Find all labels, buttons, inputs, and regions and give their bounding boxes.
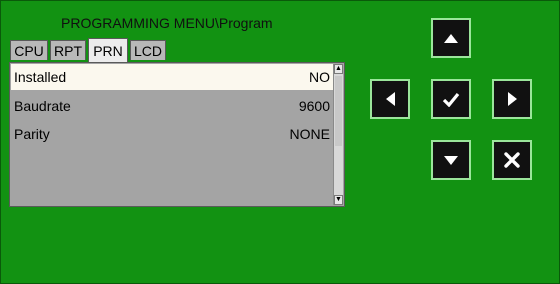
arrow-left-icon <box>385 92 395 106</box>
arrow-right-icon <box>507 92 517 106</box>
list-item-value: 9600 <box>298 98 330 114</box>
list-item-installed[interactable]: Installed NO <box>11 64 334 90</box>
scroll-down-button[interactable]: ▼ <box>334 195 343 205</box>
tab-cpu[interactable]: CPU <box>10 40 48 60</box>
page-title: PROGRAMMING MENU\Program <box>61 15 273 31</box>
left-button[interactable] <box>370 79 410 119</box>
scrollbar-thumb[interactable] <box>335 76 342 146</box>
list-item-label: Parity <box>14 126 50 142</box>
list-item-baudrate[interactable]: Baudrate 9600 <box>11 93 334 119</box>
checkmark-icon <box>442 92 460 107</box>
scroll-up-button[interactable]: ▲ <box>334 64 343 74</box>
cancel-button[interactable] <box>492 140 532 180</box>
tab-prn[interactable]: PRN <box>88 38 128 62</box>
list-scrollbar[interactable]: ▲ ▼ <box>333 64 343 205</box>
settings-list: Installed NO Baudrate 9600 Parity NONE ▲… <box>9 62 345 207</box>
list-item-value: NO <box>309 69 330 85</box>
ok-button[interactable] <box>431 79 471 119</box>
tab-rpt[interactable]: RPT <box>50 40 86 60</box>
cancel-x-icon <box>504 152 520 168</box>
arrow-down-icon <box>444 155 458 165</box>
list-item-value: NONE <box>289 126 330 142</box>
programming-screen: PROGRAMMING MENU\Program CPU RPT PRN LCD… <box>0 0 560 284</box>
down-button[interactable] <box>431 140 471 180</box>
list-item-label: Installed <box>14 69 67 85</box>
up-button[interactable] <box>431 18 471 58</box>
list-item-label: Baudrate <box>14 98 71 114</box>
right-button[interactable] <box>492 79 532 119</box>
list-item-parity[interactable]: Parity NONE <box>11 121 334 147</box>
arrow-up-icon <box>444 33 458 43</box>
tab-lcd[interactable]: LCD <box>130 40 166 60</box>
